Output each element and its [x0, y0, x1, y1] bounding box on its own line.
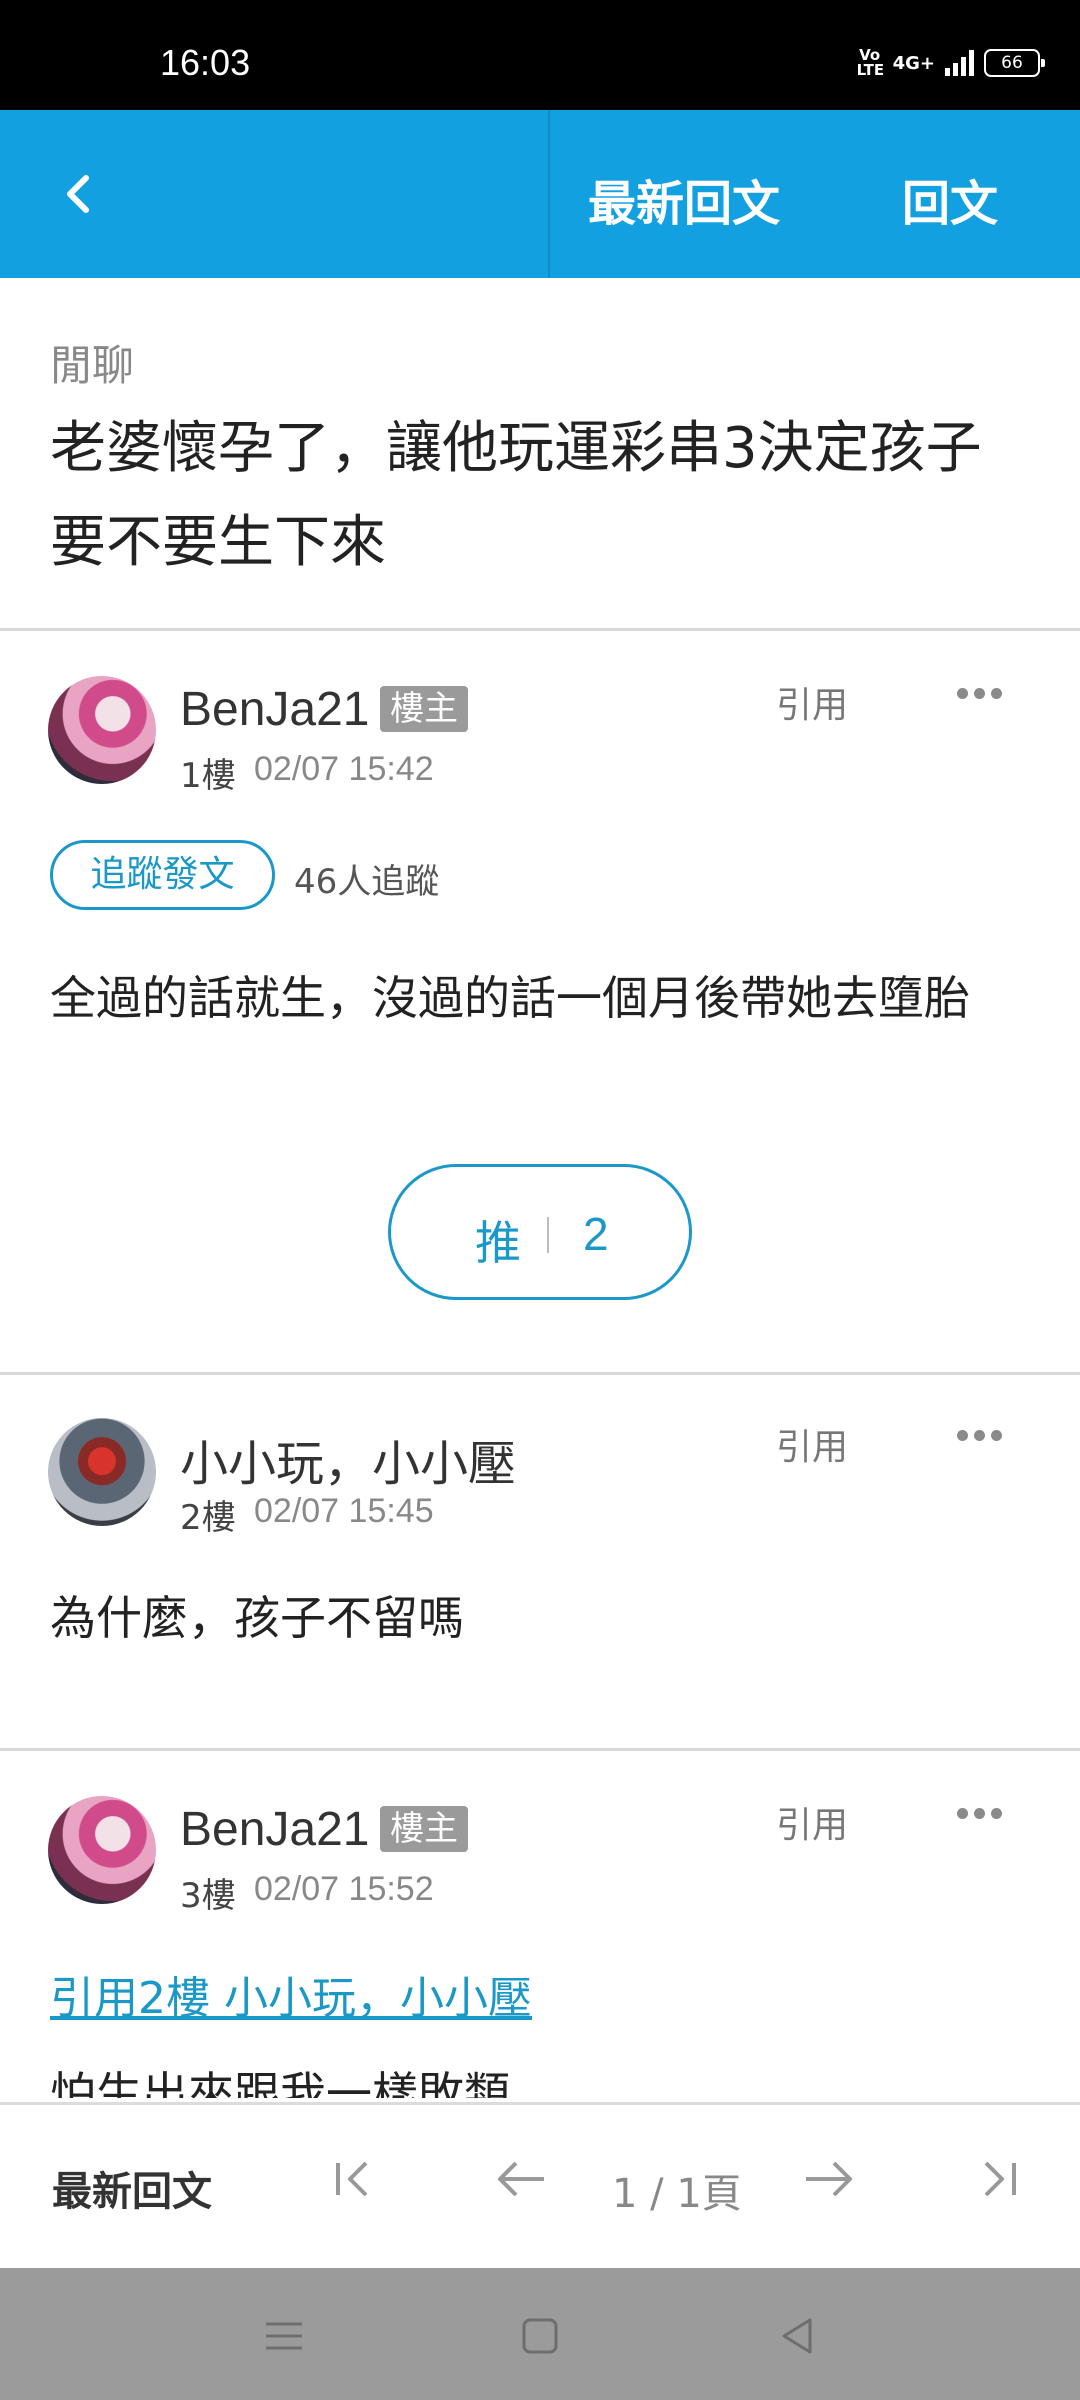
- follow-count: 46人追蹤: [294, 862, 440, 902]
- bottom-pagination-bar: 最新回文 1 / 1頁: [0, 2102, 1080, 2268]
- avatar[interactable]: [48, 1796, 156, 1904]
- last-page-icon[interactable]: [968, 2149, 1028, 2209]
- divider: [0, 1372, 1080, 1375]
- post-date: 02/07 15:52: [254, 1870, 434, 1908]
- status-time: 16:03: [160, 42, 251, 83]
- op-badge: 樓主: [380, 686, 468, 732]
- push-count: 2: [583, 1208, 609, 1260]
- quote-button[interactable]: 引用: [776, 676, 848, 728]
- push-separator: [547, 1217, 549, 1253]
- divider: [0, 1748, 1080, 1751]
- post-username[interactable]: BenJa21: [180, 1802, 370, 1857]
- volte-icon: Vo LTE: [856, 46, 885, 79]
- signal-icon: [945, 50, 974, 76]
- thread-category[interactable]: 閒聊: [50, 332, 134, 393]
- latest-reply-button[interactable]: 最新回文: [588, 164, 780, 234]
- post-floor: 1樓: [180, 756, 236, 796]
- latest-reply-tab[interactable]: 最新回文: [52, 2159, 212, 2217]
- back-triangle-icon[interactable]: [770, 2308, 826, 2364]
- post-date: 02/07 15:42: [254, 750, 434, 788]
- page-indicator[interactable]: 1 / 1頁: [612, 2161, 742, 2219]
- back-arrow-icon[interactable]: [56, 158, 116, 228]
- menu-icon[interactable]: [256, 2308, 312, 2364]
- post-body: 怕生出來跟我一樣敗類: [50, 2070, 510, 2098]
- more-options-icon[interactable]: [955, 1426, 1005, 1446]
- system-navigation-bar: [0, 2268, 1080, 2400]
- post-floor: 3樓: [180, 1876, 236, 1916]
- post-body-text: 怕生出來跟我一樣敗類: [50, 2070, 510, 2098]
- post-date: 02/07 15:45: [254, 1492, 434, 1530]
- top-app-bar: 最新回文 回文: [0, 110, 1080, 278]
- header-divider: [548, 110, 550, 278]
- status-bar: 16:03 Vo LTE 4G+ 66: [0, 0, 1080, 110]
- post-floor: 2樓: [180, 1498, 236, 1538]
- thread-title: 老婆懷孕了，讓他玩運彩串3決定孩子要不要生下來: [50, 416, 982, 575]
- divider: [0, 628, 1080, 631]
- avatar[interactable]: [48, 676, 156, 784]
- push-label: 推: [475, 1216, 521, 1270]
- home-icon[interactable]: [512, 2308, 568, 2364]
- op-badge: 樓主: [380, 1806, 468, 1852]
- quote-button[interactable]: 引用: [776, 1796, 848, 1848]
- reply-button[interactable]: 回文: [902, 164, 998, 234]
- avatar[interactable]: [48, 1418, 156, 1526]
- previous-page-icon[interactable]: [492, 2149, 552, 2209]
- battery-icon: 66: [984, 49, 1045, 77]
- post-body: 為什麼，孩子不留嗎: [50, 1591, 464, 1645]
- more-options-icon[interactable]: [955, 684, 1005, 704]
- post-username[interactable]: BenJa21: [180, 682, 370, 737]
- quoted-post-link[interactable]: 引用2樓 小小玩，小小壓: [50, 1962, 532, 2026]
- quote-button[interactable]: 引用: [776, 1418, 848, 1470]
- more-options-icon[interactable]: [955, 1804, 1005, 1824]
- post-username[interactable]: 小小玩，小小壓: [180, 1424, 516, 1494]
- first-page-icon[interactable]: [324, 2149, 384, 2209]
- follow-post-button[interactable]: 追蹤發文: [50, 840, 275, 910]
- status-icons: Vo LTE 4G+ 66: [856, 46, 1045, 79]
- network-type-icon: 4G+: [892, 52, 935, 74]
- next-page-icon[interactable]: [798, 2149, 858, 2209]
- post-body: 全過的話就生，沒過的話一個月後帶她去墮胎: [50, 971, 970, 1025]
- push-button[interactable]: 推 2: [388, 1164, 692, 1300]
